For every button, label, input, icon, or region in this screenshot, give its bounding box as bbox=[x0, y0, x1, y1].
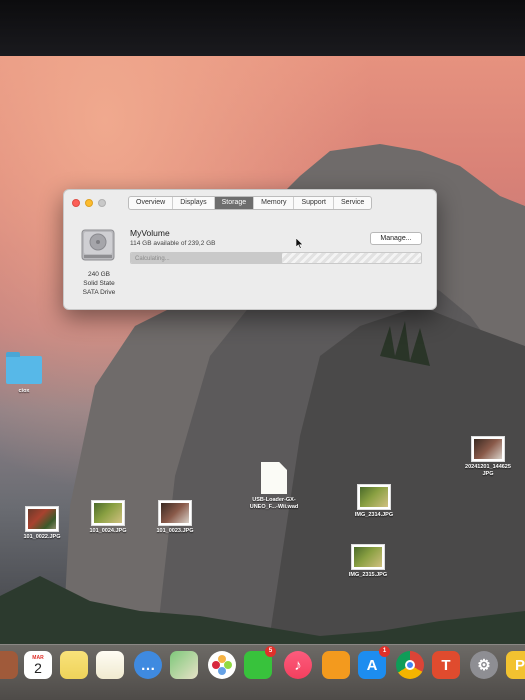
app-store-icon[interactable]: A 1 bbox=[358, 646, 390, 679]
desktop-file[interactable]: 101_0022.JPG bbox=[14, 506, 70, 541]
file-label-line2: UNEO_F...-Wii.wad bbox=[249, 504, 299, 510]
tab-service[interactable]: Service bbox=[334, 197, 371, 209]
tumult-icon[interactable]: T bbox=[432, 651, 460, 679]
folder-label: ciox bbox=[18, 388, 30, 394]
disk-type: Solid State bbox=[83, 280, 115, 287]
tab-displays[interactable]: Displays bbox=[173, 197, 215, 209]
volume-available-text: 114 GB available of 239,2 GB bbox=[130, 240, 216, 247]
books-icon[interactable] bbox=[322, 651, 350, 679]
photo-thumbnail bbox=[357, 484, 391, 510]
facetime-badge: 5 bbox=[265, 646, 276, 657]
tab-bar: Overview Displays Storage Memory Support… bbox=[128, 196, 373, 210]
photos-flower-icon bbox=[212, 655, 232, 675]
contacts-icon[interactable] bbox=[0, 651, 18, 679]
notes-icon[interactable] bbox=[60, 651, 88, 679]
file-label-line2: JPG bbox=[482, 471, 494, 477]
music-icon[interactable]: ♪ bbox=[284, 651, 312, 679]
document-icon bbox=[261, 462, 287, 494]
photo-thumbnail bbox=[91, 500, 125, 526]
dock: MAR 2 … 5 ♪ A 1 T ⚙ P bbox=[0, 644, 525, 700]
tab-overview[interactable]: Overview bbox=[129, 197, 174, 209]
file-label: 20241201_144625 bbox=[465, 464, 511, 470]
desktop-file[interactable]: IMG_2314.JPG bbox=[346, 484, 402, 519]
chrome-icon[interactable] bbox=[396, 651, 424, 679]
tab-memory[interactable]: Memory bbox=[254, 197, 295, 209]
calendar-icon[interactable]: MAR 2 bbox=[24, 651, 52, 679]
mouse-pointer-icon bbox=[296, 238, 304, 249]
manage-button[interactable]: Manage... bbox=[370, 232, 422, 245]
system-preferences-icon[interactable]: ⚙ bbox=[470, 651, 498, 679]
volume-name: MyVolume bbox=[130, 228, 170, 238]
disk-size: 240 GB bbox=[87, 271, 111, 278]
photo-thumbnail bbox=[471, 436, 505, 462]
file-label: 101_0022.JPG bbox=[23, 534, 61, 540]
about-this-mac-window: Overview Displays Storage Memory Support… bbox=[63, 189, 437, 310]
tab-support[interactable]: Support bbox=[294, 197, 334, 209]
disk-interface: SATA Drive bbox=[82, 289, 116, 296]
storage-usage-bar: Calculating... bbox=[130, 252, 422, 264]
minimize-window-button[interactable] bbox=[85, 199, 93, 207]
folder-icon bbox=[6, 352, 42, 384]
monitor-bezel bbox=[0, 0, 525, 56]
desktop-file[interactable]: USB-Loader-GX- UNEO_F...-Wii.wad bbox=[236, 462, 312, 511]
close-window-button[interactable] bbox=[72, 199, 80, 207]
hard-drive-icon bbox=[81, 229, 115, 261]
desktop-file[interactable]: 101_0024.JPG bbox=[80, 500, 136, 535]
calculating-status: Calculating... bbox=[135, 256, 170, 262]
file-label: 101_0024.JPG bbox=[89, 528, 127, 534]
pages-icon[interactable]: P bbox=[506, 651, 525, 679]
file-label: USB-Loader-GX- bbox=[252, 497, 296, 503]
photo-thumbnail bbox=[158, 500, 192, 526]
desktop-file[interactable]: IMG_2315.JPG bbox=[340, 544, 396, 579]
photos-icon[interactable] bbox=[208, 651, 236, 679]
file-label: IMG_2314.JPG bbox=[354, 512, 394, 518]
wallpaper-cliffs bbox=[0, 144, 525, 700]
facetime-icon[interactable]: 5 bbox=[244, 646, 276, 679]
desktop: Overview Displays Storage Memory Support… bbox=[0, 56, 525, 700]
calendar-day: 2 bbox=[34, 659, 42, 676]
desktop-file[interactable]: 101_0023.JPG bbox=[147, 500, 203, 535]
file-label: 101_0023.JPG bbox=[156, 528, 194, 534]
photo-thumbnail bbox=[351, 544, 385, 570]
maps-icon[interactable] bbox=[170, 651, 198, 679]
zoom-window-button[interactable] bbox=[98, 199, 106, 207]
tab-storage[interactable]: Storage bbox=[214, 197, 255, 209]
reminders-icon[interactable] bbox=[96, 651, 124, 679]
messages-icon[interactable]: … bbox=[134, 651, 162, 679]
photo-thumbnail bbox=[25, 506, 59, 532]
file-label: IMG_2315.JPG bbox=[348, 572, 388, 578]
app-store-badge: 1 bbox=[379, 646, 390, 657]
desktop-folder[interactable]: ciox bbox=[4, 352, 44, 395]
desktop-file[interactable]: 20241201_144625 JPG bbox=[454, 436, 522, 478]
